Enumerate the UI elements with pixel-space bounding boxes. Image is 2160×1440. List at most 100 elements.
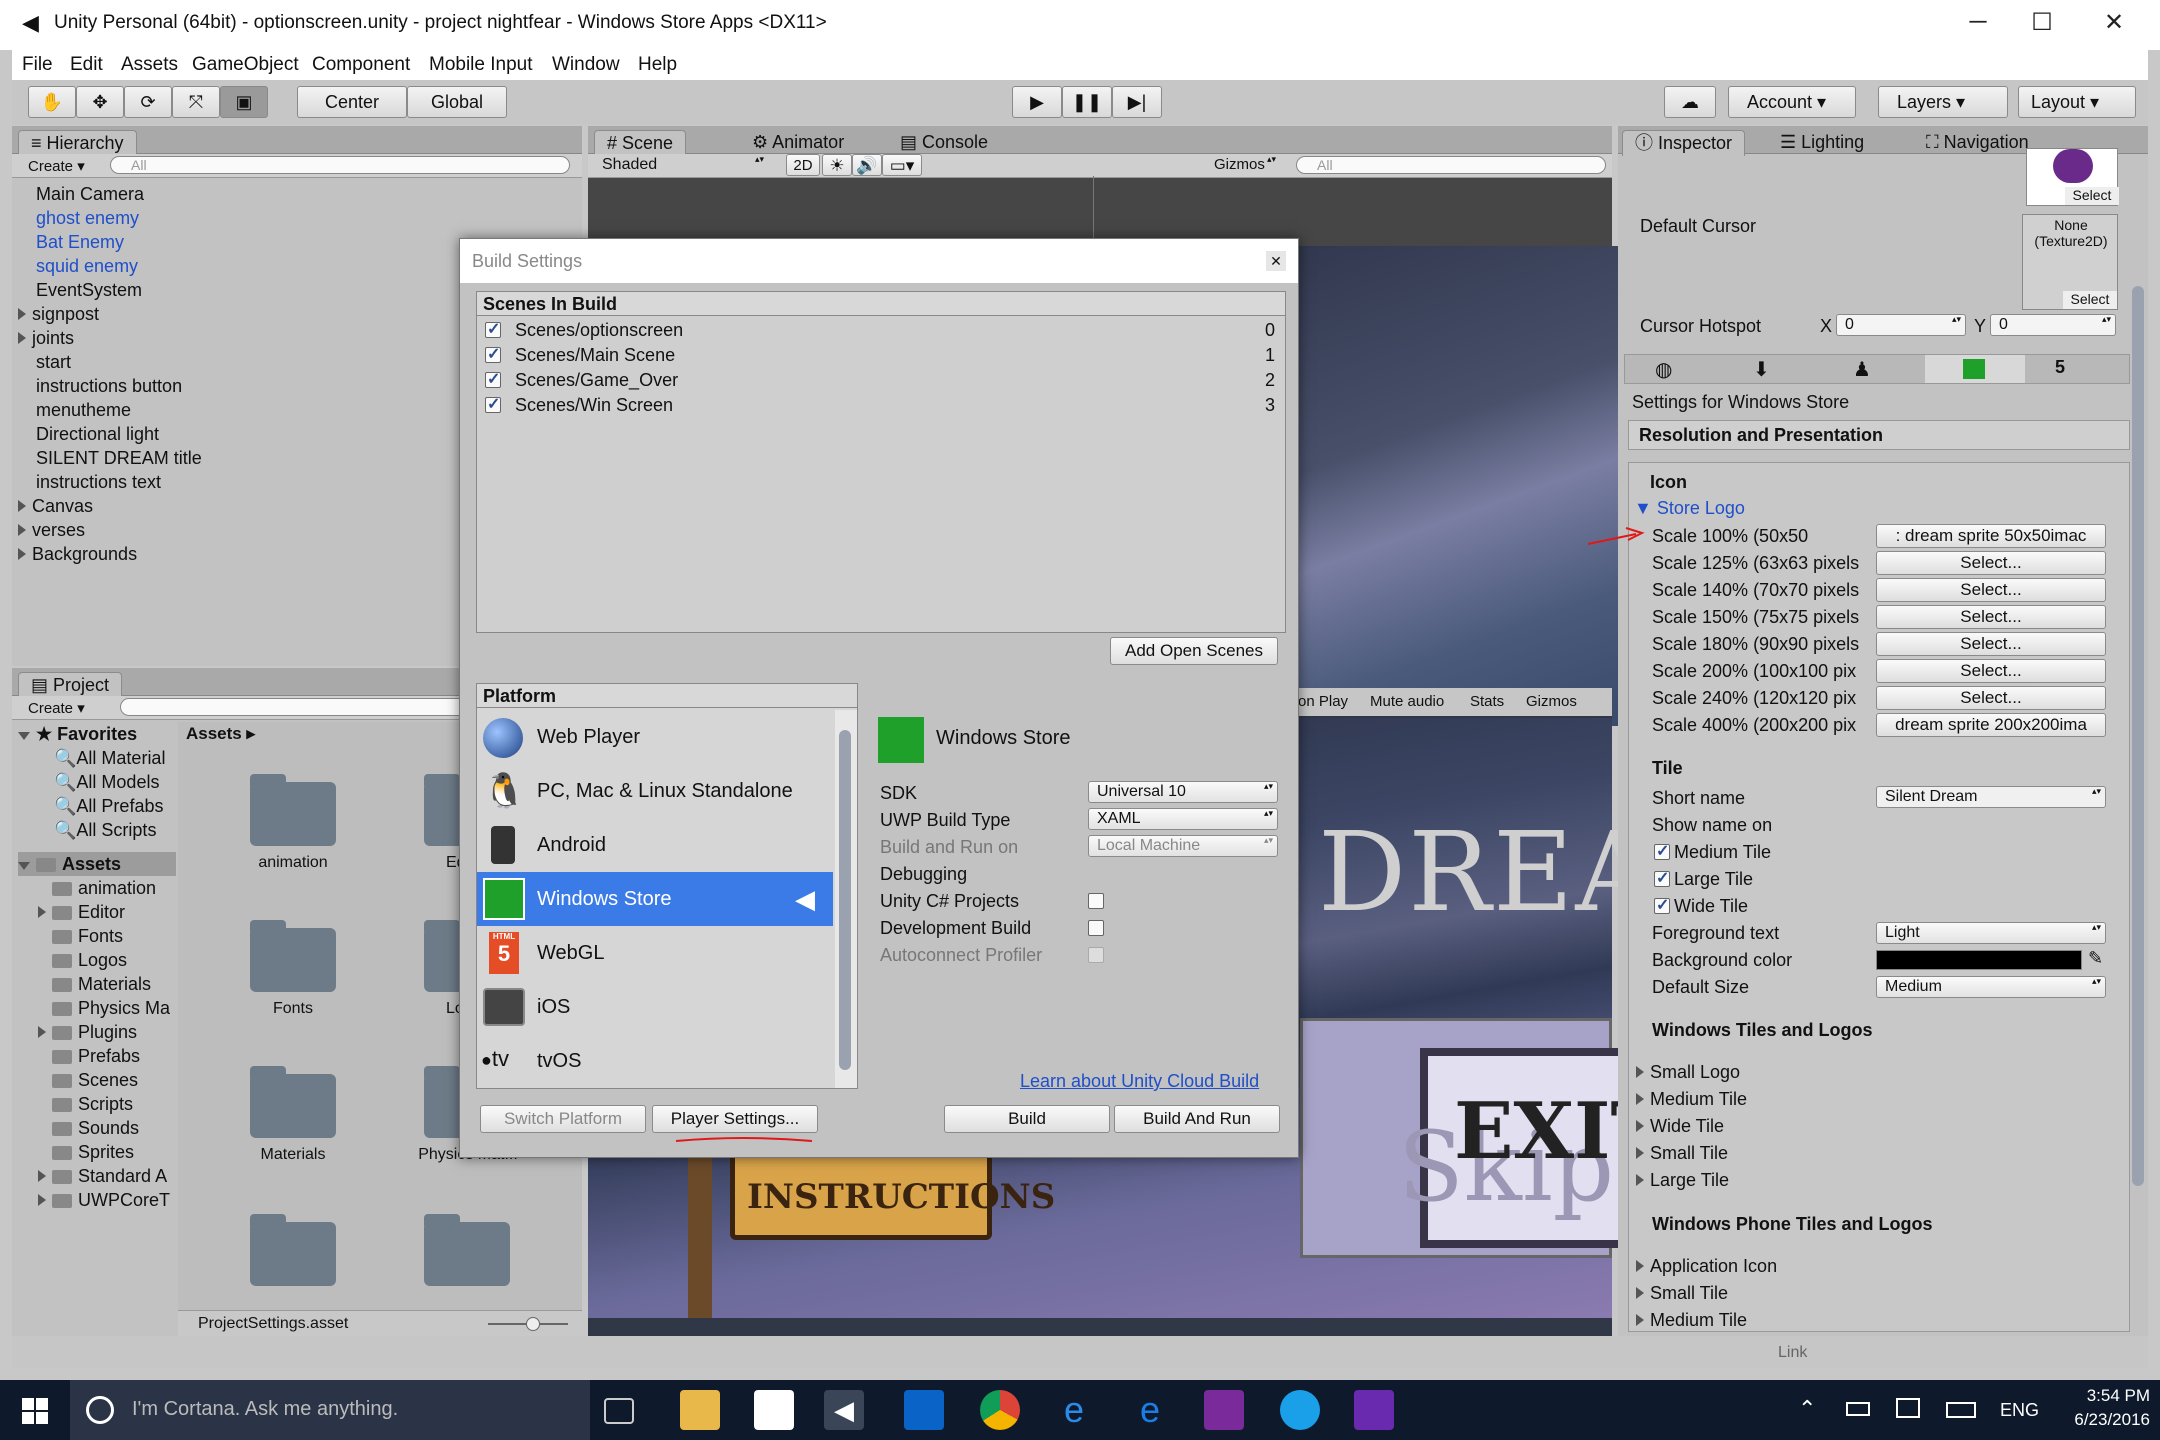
hand-tool-icon[interactable]: ✋ [28,86,76,118]
tab-inspector[interactable]: ⓘ Inspector [1622,130,1746,156]
platform-item-android[interactable]: Android [477,818,833,872]
scale-select-button[interactable]: Select... [1876,551,2106,575]
hierarchy-item[interactable]: instructions text [36,470,161,494]
player-settings-button[interactable]: Player Settings... [652,1105,818,1133]
tab-navigation[interactable]: ⛶ Navigation [1914,130,2041,156]
step-button[interactable]: ▶| [1112,86,1162,118]
tab-project[interactable]: ▤ Project [18,672,123,698]
short-name-input[interactable]: Silent Dream [1876,786,2106,808]
medium-tile-checkbox[interactable] [1654,841,1670,861]
hierarchy-item[interactable]: Directional light [36,422,159,446]
hierarchy-item[interactable]: joints [18,326,74,350]
phone-tile-item[interactable]: Medium Tile [1636,1310,1747,1331]
minimize-button[interactable]: ─ [1948,8,2008,40]
tab-hierarchy[interactable]: ≡ Hierarchy [18,130,137,156]
win-tile-item[interactable]: Small Tile [1636,1143,1728,1164]
folder-icon[interactable] [250,920,336,992]
phone-tile-item[interactable]: Small Tile [1636,1283,1728,1304]
clock-date[interactable]: 6/23/2016 [2050,1410,2150,1430]
eyedropper-icon[interactable]: ✎ [2088,948,2103,969]
expand-arrow-icon[interactable] [18,548,26,560]
build-and-run-button[interactable]: Build And Run [1114,1105,1280,1133]
folder-icon[interactable] [250,1066,336,1138]
hierarchy-item[interactable]: Main Camera [36,182,144,206]
collapse-arrow-icon[interactable]: ▼ [1634,498,1652,518]
2d-toggle[interactable]: 2D [786,154,820,176]
switch-platform-button[interactable]: Switch Platform [480,1105,646,1133]
unity-taskbar-icon[interactable]: ◀ [824,1390,864,1430]
platform-scrollbar[interactable] [835,710,857,1088]
scene-gizmos-dropdown[interactable]: Gizmos [1206,154,1280,177]
scene-checkbox[interactable] [485,344,501,364]
hotspot-y-field[interactable]: 0 [1990,314,2116,336]
hierarchy-item[interactable]: ghost enemy [36,206,139,230]
resolution-section-header[interactable]: Resolution and Presentation [1628,420,2130,450]
scale-select-button[interactable]: Select... [1876,578,2106,602]
background-color-field[interactable] [1876,950,2082,970]
pivot-center-toggle[interactable]: Center [297,86,407,118]
rotate-tool-icon[interactable]: ⟳ [124,86,172,118]
hierarchy-item[interactable]: menutheme [36,398,131,422]
large-tile-checkbox[interactable] [1654,868,1670,888]
visual-studio-icon[interactable] [1354,1390,1394,1430]
add-open-scenes-button[interactable]: Add Open Scenes [1110,637,1278,665]
foreground-text-dropdown[interactable]: Light [1876,922,2106,944]
asset-tree-item[interactable]: Sprites [52,1140,134,1164]
scale-select-button[interactable]: Select... [1876,632,2106,656]
windows-store-platform-tab[interactable] [1925,355,2025,383]
hierarchy-item[interactable]: verses [18,518,85,542]
select-cursor-button[interactable]: Select [2065,187,2119,205]
expand-arrow-icon[interactable] [38,1026,46,1038]
scale-texture-button[interactable]: dream sprite 200x200ima [1876,713,2106,737]
folder-icon[interactable] [250,1214,336,1286]
platform-item-standalone[interactable]: 🐧 PC, Mac & Linux Standalone [477,764,833,818]
platform-item-webplayer[interactable]: Web Player [477,710,833,764]
asset-tree-item[interactable]: animation [52,876,156,900]
internet-explorer-icon[interactable]: e [1054,1390,1094,1430]
scale-select-button[interactable]: Select... [1876,686,2106,710]
favorites-header[interactable]: ★ Favorites [18,722,137,746]
outlook-icon[interactable] [904,1390,944,1430]
menu-edit[interactable]: Edit [70,54,103,76]
onenote-icon[interactable] [1204,1390,1244,1430]
asset-tree-item[interactable]: Scenes [52,1068,138,1092]
asset-tree-item[interactable]: Physics Ma [52,996,170,1020]
account-dropdown[interactable]: Account ▾ [1728,86,1856,118]
close-button[interactable]: ✕ [2084,8,2144,40]
phone-tile-item[interactable]: Application Icon [1636,1256,1777,1277]
lighting-toggle-icon[interactable]: ☀ [822,154,852,176]
pivot-global-toggle[interactable]: Global [407,86,507,118]
menu-component[interactable]: Component [312,54,410,76]
html5-icon[interactable]: 5 [2055,357,2065,378]
scale-select-button[interactable]: Select... [1876,659,2106,683]
rect-tool-icon[interactable]: ▣ [220,86,268,118]
cursor-texture-thumbnail[interactable]: Select [2026,148,2119,206]
instructions-sign-button[interactable]: INSTRUCTIONS [730,1148,1055,1240]
build-button[interactable]: Build [944,1105,1110,1133]
hierarchy-item[interactable]: EventSystem [36,278,142,302]
cloud-icon[interactable]: ☁ [1664,86,1716,118]
unity-csharp-projects-checkbox[interactable] [1088,893,1104,909]
expand-arrow-icon[interactable] [1636,1287,1644,1299]
shading-mode-dropdown[interactable]: Shaded [594,154,768,177]
expand-arrow-icon[interactable] [18,524,26,536]
windows-start-icon[interactable] [22,1398,48,1424]
expand-arrow-icon[interactable] [38,1194,46,1206]
win-tile-item[interactable]: Medium Tile [1636,1089,1747,1110]
hierarchy-item[interactable]: signpost [18,302,99,326]
platform-item-webgl[interactable]: HTML 5 WebGL [477,926,833,980]
folder-icon[interactable] [250,774,336,846]
download-icon[interactable]: ⬇ [1753,357,1770,382]
hierarchy-item[interactable]: Canvas [18,494,93,518]
asset-tree-item[interactable]: Plugins [38,1020,137,1044]
scene-name[interactable]: Scenes/optionscreen [515,320,683,341]
expand-arrow-icon[interactable] [18,308,26,320]
favorite-item[interactable]: 🔍All Prefabs [54,794,163,818]
asset-tree-item[interactable]: Prefabs [52,1044,140,1068]
scene-search-input[interactable]: All [1296,156,1606,174]
favorite-item[interactable]: 🔍All Scripts [54,818,156,842]
asset-tree-item[interactable]: Editor [38,900,125,924]
android-icon[interactable]: ♟ [1853,357,1871,382]
expand-arrow-icon[interactable] [1636,1147,1644,1159]
play-button[interactable]: ▶ [1012,86,1062,118]
